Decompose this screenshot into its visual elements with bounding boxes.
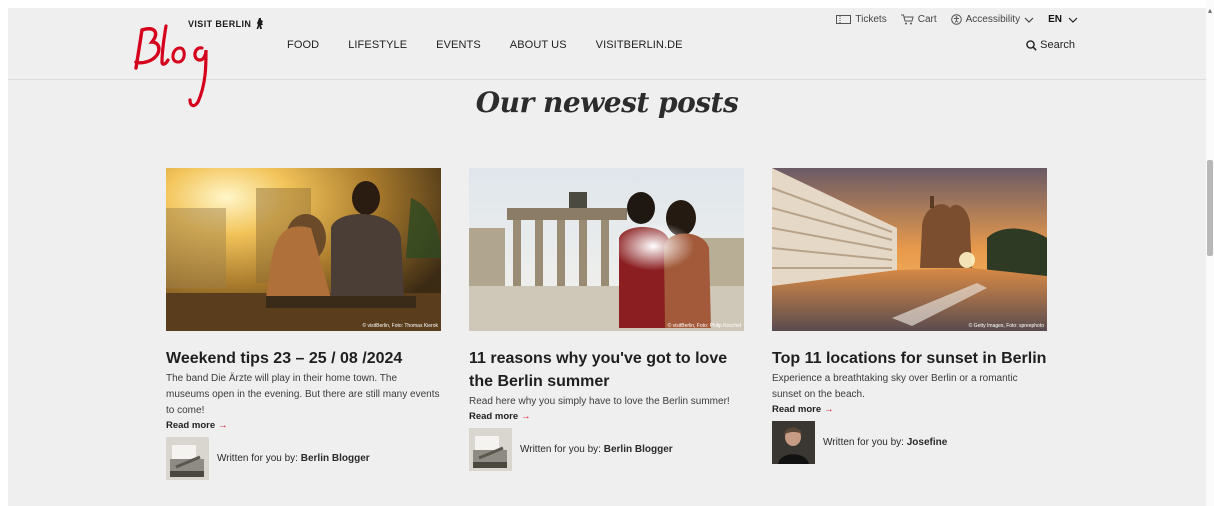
typewriter-avatar <box>469 428 512 471</box>
photo-credit: © visitBerlin, Foto: Philip Koschel <box>667 323 741 329</box>
chevron-down-icon <box>1068 17 1078 23</box>
post-card: © visitBerlin, Foto: Philip Koschel 11 r… <box>469 168 744 471</box>
post-excerpt: Read here why you simply have to love th… <box>469 396 730 407</box>
nav-item-events[interactable]: EVENTS <box>436 39 481 51</box>
language-label: EN <box>1048 14 1062 25</box>
nav-item-food[interactable]: FOOD <box>287 39 319 51</box>
arrow-right-icon: → <box>824 404 834 415</box>
read-more-label: Read more <box>772 404 822 415</box>
post-author: Written for you by: Berlin Blogger <box>166 437 441 480</box>
post-author: Written for you by: Josefine <box>772 421 1047 464</box>
post-excerpt: The band Die Ärzte will play in their ho… <box>166 373 440 416</box>
read-more-label: Read more <box>166 420 216 431</box>
nav-item-visitberlin[interactable]: VISITBERLIN.DE <box>596 39 683 51</box>
post-title[interactable]: 11 reasons why you've got to love the Be… <box>469 347 744 393</box>
author-prefix: Written for you by: <box>823 437 904 448</box>
page-scrollbar[interactable]: ▴ <box>1206 0 1214 506</box>
read-more-label: Read more <box>469 411 519 422</box>
language-switcher[interactable]: EN <box>1048 14 1078 25</box>
spree-sunset-photo[interactable]: © Getty Images, Foto: spreephoto <box>772 168 1047 331</box>
scroll-up-arrow-icon[interactable]: ▴ <box>1206 6 1214 15</box>
scrollbar-thumb[interactable] <box>1207 160 1213 256</box>
tickets-label: Tickets <box>855 14 887 25</box>
accessibility-menu[interactable]: Accessibility <box>950 14 1034 25</box>
cart-icon <box>900 14 914 25</box>
utility-bar: Tickets Cart Accessibility EN <box>822 14 1078 25</box>
read-more-link[interactable]: Read more → <box>166 420 441 431</box>
ticket-icon <box>836 15 852 24</box>
cart-label: Cart <box>917 14 937 25</box>
read-more-link[interactable]: Read more → <box>772 404 1047 415</box>
section-title: Our newest posts <box>475 86 739 119</box>
post-card: © Getty Images, Foto: spreephoto Top 11 … <box>772 168 1047 464</box>
search-label: Search <box>1040 39 1075 51</box>
author-name: Berlin Blogger <box>603 444 673 455</box>
read-more-link[interactable]: Read more → <box>469 411 744 422</box>
chevron-down-icon <box>1024 17 1034 23</box>
photo-credit: © Getty Images, Foto: spreephoto <box>968 323 1044 329</box>
person-avatar <box>772 421 815 464</box>
author-prefix: Written for you by: <box>217 453 298 464</box>
post-card: © visitBerlin, Foto: Thomas Kierok Weeke… <box>166 168 441 480</box>
post-title[interactable]: Top 11 locations for sunset in Berlin <box>772 347 1047 370</box>
post-title[interactable]: Weekend tips 23 – 25 / 08 /2024 <box>166 347 441 370</box>
nav-item-about-us[interactable]: ABOUT US <box>510 39 567 51</box>
couple-sunset-photo[interactable]: © visitBerlin, Foto: Thomas Kierok <box>166 168 441 331</box>
search-icon <box>1026 39 1037 51</box>
accessibility-icon <box>950 14 962 25</box>
post-excerpt: Experience a breathtaking sky over Berli… <box>772 373 1018 400</box>
author-prefix: Written for you by: <box>520 444 601 455</box>
arrow-right-icon: → <box>218 420 228 431</box>
typewriter-avatar <box>166 437 209 480</box>
site-header: VISIT BERLIN FOOD LIFESTYLE EVENTS ABOUT… <box>8 8 1206 108</box>
cart-link[interactable]: Cart <box>900 14 937 25</box>
berlin-bear-icon <box>256 18 264 29</box>
post-author: Written for you by: Berlin Blogger <box>469 428 744 471</box>
nav-item-lifestyle[interactable]: LIFESTYLE <box>348 39 407 51</box>
tickets-link[interactable]: Tickets <box>836 14 887 25</box>
main-nav: FOOD LIFESTYLE EVENTS ABOUT US VISITBERL… <box>287 39 712 51</box>
arrow-right-icon: → <box>521 411 531 422</box>
photo-credit: © visitBerlin, Foto: Thomas Kierok <box>362 323 438 329</box>
accessibility-label: Accessibility <box>965 14 1021 25</box>
page: VISIT BERLIN FOOD LIFESTYLE EVENTS ABOUT… <box>8 8 1206 506</box>
brandenburg-gate-photo[interactable]: © visitBerlin, Foto: Philip Koschel <box>469 168 744 331</box>
author-name: Josefine <box>906 437 948 448</box>
author-name: Berlin Blogger <box>300 453 370 464</box>
search-button[interactable]: Search <box>1026 39 1075 51</box>
